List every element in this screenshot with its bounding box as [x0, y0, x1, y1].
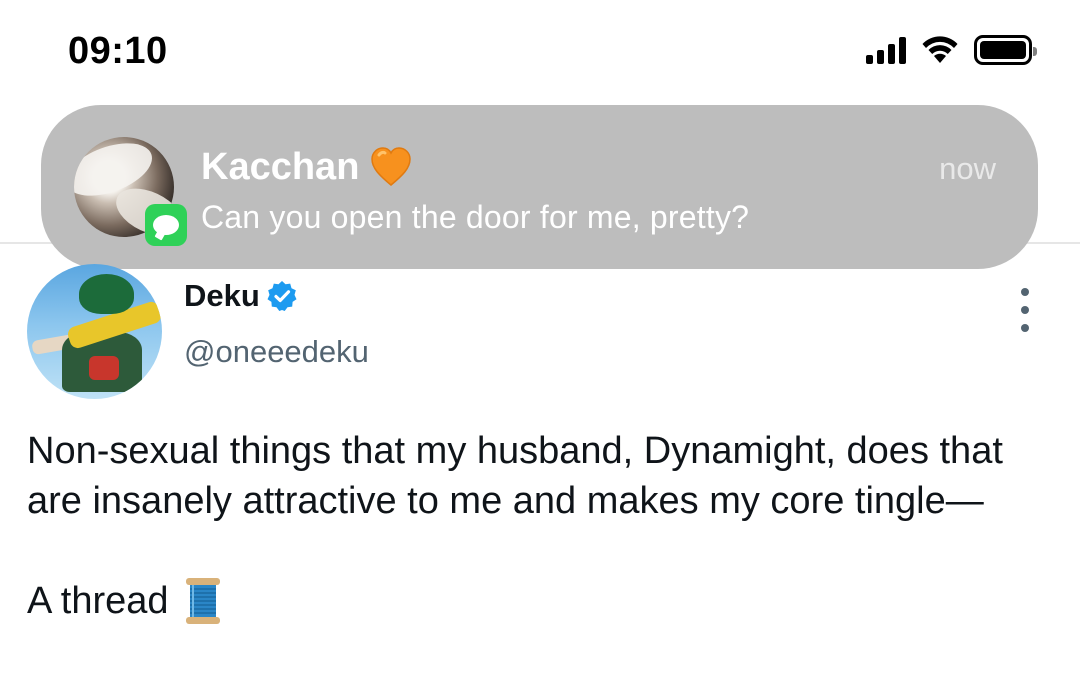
notification-title: Kacchan [201, 145, 413, 189]
tweet-text: Non-sexual things that my husband, Dynam… [27, 426, 1057, 626]
status-icons [866, 32, 1037, 68]
user-handle[interactable]: @oneeedeku [184, 334, 369, 370]
tweet-thread-text: A thread [27, 580, 169, 622]
more-dot-icon [1021, 288, 1029, 296]
orange-heart-icon [371, 147, 412, 186]
tweet-text-paragraph-1: Non-sexual things that my husband, Dynam… [27, 430, 1003, 522]
notification-message: Can you open the door for me, pretty? [201, 199, 750, 235]
user-avatar[interactable] [27, 264, 162, 399]
messages-icon [145, 204, 187, 246]
more-dot-icon [1021, 324, 1029, 332]
spool-of-thread-icon [185, 578, 220, 624]
verified-badge-icon [267, 281, 297, 311]
status-bar: 09:10 [0, 0, 1080, 100]
notification-time: now [939, 151, 996, 186]
battery-icon [974, 35, 1037, 65]
cellular-signal-icon [866, 36, 906, 64]
notification-sender: Kacchan [201, 145, 360, 188]
display-name-text[interactable]: Deku [184, 278, 260, 314]
display-name[interactable]: Deku [184, 278, 298, 314]
message-notification-banner[interactable]: Kacchan now Can you open the door for me… [41, 105, 1038, 269]
more-options-button[interactable] [1008, 288, 1042, 332]
wifi-icon [922, 36, 958, 63]
more-dot-icon [1021, 306, 1029, 314]
status-time: 09:10 [68, 30, 168, 72]
tweet-text-paragraph-2: A thread [27, 576, 1057, 626]
